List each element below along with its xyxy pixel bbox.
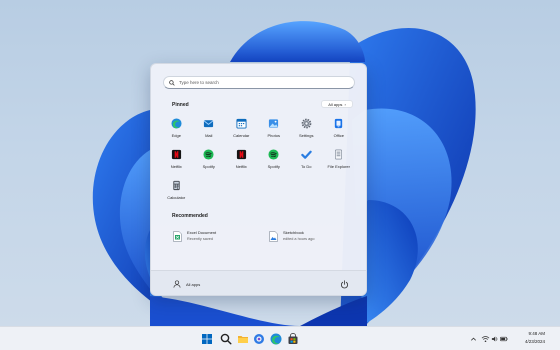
- taskbar: 9:48 AM 4/23/2024: [0, 326, 560, 350]
- file-explorer-icon: [333, 149, 344, 160]
- search-input[interactable]: [179, 77, 349, 88]
- edge-icon: [171, 118, 182, 129]
- desktop-wallpaper: Pinned All apps › Edge Mail: [0, 0, 560, 326]
- pinned-app-file-explorer[interactable]: File Explorer: [323, 146, 356, 177]
- pinned-app-spotify[interactable]: Spotify: [193, 146, 226, 177]
- power-icon[interactable]: [340, 280, 349, 289]
- app-label: File Explorer: [327, 164, 350, 169]
- user-profile-button[interactable]: All apps: [173, 280, 200, 288]
- windows-start-icon[interactable]: [201, 333, 213, 345]
- pinned-app-mail[interactable]: Mail: [193, 115, 226, 146]
- store-icon[interactable]: [287, 333, 299, 345]
- netflix-icon: [236, 149, 247, 160]
- app-label: Edge: [171, 133, 181, 138]
- app-label: Photos: [267, 133, 280, 138]
- pinned-title: Pinned: [172, 102, 189, 108]
- pinned-apps-grid: Edge Mail Calendar Photos Settings Offic…: [160, 115, 358, 208]
- pinned-app-photos[interactable]: Photos: [258, 115, 291, 146]
- app-label: Spotify: [267, 164, 280, 169]
- pinned-app-netflix-2[interactable]: Netflix: [225, 146, 258, 177]
- recommended-item-name: Sketchbook: [283, 230, 304, 235]
- recommended-item-name: Excel Document: [187, 230, 217, 235]
- start-menu-footer: All apps: [151, 270, 366, 295]
- recommended-item-time: edited a hours ago: [283, 237, 315, 241]
- pinned-app-netflix[interactable]: Netflix: [160, 146, 193, 177]
- office-icon: [333, 118, 344, 129]
- pinned-app-spotify-2[interactable]: Spotify: [258, 146, 291, 177]
- app-label: Calculator: [167, 195, 186, 200]
- app-label: Office: [333, 133, 344, 138]
- start-menu: Pinned All apps › Edge Mail: [150, 63, 367, 296]
- recommended-item-sketchbook[interactable]: Sketchbook edited a hours ago: [269, 230, 314, 242]
- calculator-icon: [171, 180, 182, 191]
- clock-time: 9:48 AM: [528, 331, 545, 336]
- recommended-title: Recommended: [172, 213, 208, 219]
- app-label: Settings: [299, 133, 314, 138]
- pinned-app-todo[interactable]: To Do: [290, 146, 323, 177]
- search-icon[interactable]: [220, 333, 232, 345]
- recommended-item-time: Recently saved: [187, 237, 213, 241]
- chat-icon[interactable]: [253, 333, 265, 345]
- volume-icon[interactable]: [491, 335, 499, 343]
- app-label: To Do: [301, 164, 312, 169]
- netflix-icon: [171, 149, 182, 160]
- app-label: Calendar: [233, 133, 250, 138]
- clock-date: 4/23/2024: [524, 339, 545, 344]
- spotify-icon: [268, 149, 279, 160]
- photos-icon: [268, 118, 279, 129]
- sketchbook-icon: [269, 231, 278, 242]
- search-icon: [169, 79, 175, 86]
- pinned-app-edge[interactable]: Edge: [160, 115, 193, 146]
- edge-icon[interactable]: [270, 333, 282, 345]
- app-label: Netflix: [170, 164, 182, 169]
- all-apps-button[interactable]: All apps ›: [321, 100, 353, 108]
- taskbar-clock[interactable]: 9:48 AM 4/23/2024: [505, 331, 545, 344]
- mail-icon: [203, 118, 214, 129]
- app-label: Mail: [205, 133, 213, 138]
- app-label: Netflix: [235, 164, 247, 169]
- todo-icon: [301, 149, 312, 160]
- calendar-icon: [236, 118, 247, 129]
- wifi-icon[interactable]: [481, 335, 490, 343]
- pinned-app-settings[interactable]: Settings: [290, 115, 323, 146]
- user-name: All apps: [186, 281, 201, 287]
- settings-icon: [301, 118, 312, 129]
- spotify-icon: [203, 149, 214, 160]
- user-icon: [173, 280, 181, 288]
- all-apps-label: All apps: [328, 101, 343, 107]
- chevron-up-icon[interactable]: [470, 335, 477, 343]
- excel-document-icon: [173, 231, 182, 242]
- pinned-app-calculator[interactable]: Calculator: [160, 177, 193, 208]
- chevron-right-icon: ›: [344, 101, 346, 107]
- search-box[interactable]: [163, 76, 355, 89]
- file-explorer-icon[interactable]: [237, 333, 249, 345]
- pinned-app-office[interactable]: Office: [323, 115, 356, 146]
- pinned-app-calendar[interactable]: Calendar: [225, 115, 258, 146]
- app-label: Spotify: [202, 164, 215, 169]
- recommended-item-excel-document[interactable]: Excel Document Recently saved: [173, 230, 216, 242]
